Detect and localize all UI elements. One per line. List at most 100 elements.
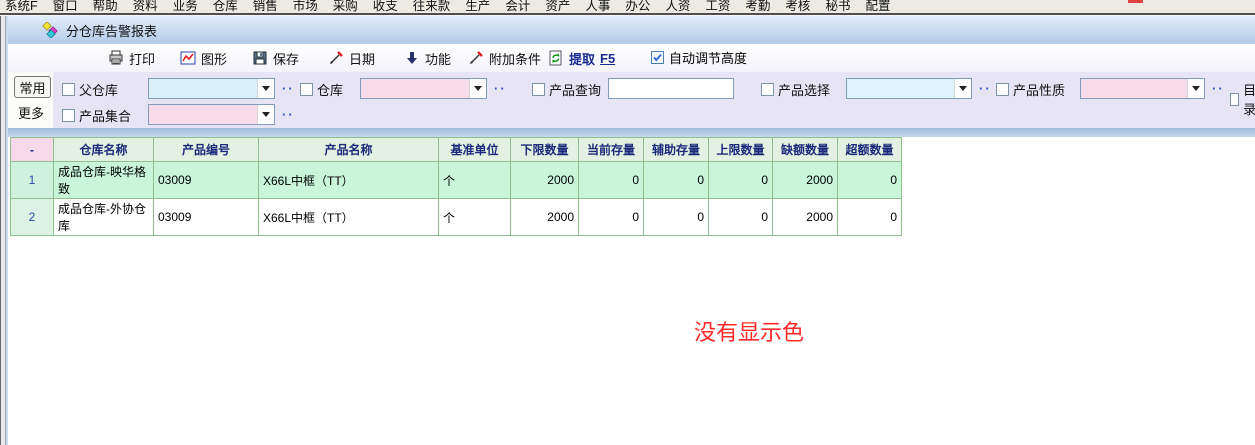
cell-shortage-qty[interactable]: 2000 xyxy=(773,162,838,199)
col-header-base-unit[interactable]: 基准单位 xyxy=(439,138,511,162)
browse-dots-button[interactable]: ·· xyxy=(1212,81,1225,96)
cell-shortage-qty[interactable]: 2000 xyxy=(773,199,838,236)
cell-warehouse-name[interactable]: 成品仓库-映华格致 xyxy=(54,162,154,199)
parent-warehouse-dropdown[interactable] xyxy=(148,78,275,99)
col-header-index[interactable]: - xyxy=(11,138,54,162)
save-button[interactable]: 保存 xyxy=(248,46,303,70)
cell-product-name[interactable]: X66L中框（TT） xyxy=(259,199,439,236)
chevron-down-icon[interactable] xyxy=(1187,79,1204,98)
warehouse-dropdown[interactable] xyxy=(360,78,487,99)
extract-button[interactable]: 提取F5 xyxy=(544,46,619,70)
cell-base-unit[interactable]: 个 xyxy=(439,199,511,236)
col-header-lower-limit[interactable]: 下限数量 xyxy=(511,138,579,162)
col-header-warehouse-name[interactable]: 仓库名称 xyxy=(54,138,154,162)
checkbox-icon[interactable] xyxy=(300,83,313,96)
col-header-upper-limit[interactable]: 上限数量 xyxy=(709,138,773,162)
col-header-shortage-qty[interactable]: 缺额数量 xyxy=(773,138,838,162)
parent-warehouse-checkbox[interactable]: 父仓库 xyxy=(62,80,118,99)
product-set-dropdown[interactable] xyxy=(148,104,275,125)
function-button[interactable]: 功能 xyxy=(400,46,455,70)
menu-secretary[interactable]: 秘书 xyxy=(825,0,850,13)
menu-purchase[interactable]: 采购 xyxy=(333,0,358,13)
menu-config[interactable]: 配置 xyxy=(865,0,890,13)
cell-lower-limit[interactable]: 2000 xyxy=(511,199,579,236)
row-index[interactable]: 2 xyxy=(11,199,54,236)
cell-product-code[interactable]: 03009 xyxy=(154,199,259,236)
table-row[interactable]: 2 成品仓库-外协仓库 03009 X66L中框（TT） 个 2000 0 0 … xyxy=(11,199,902,236)
common-filters-button[interactable]: 常用 xyxy=(14,76,51,98)
menu-attendance[interactable]: 考勤 xyxy=(745,0,770,13)
product-nature-dropdown[interactable] xyxy=(1080,78,1205,99)
browse-dots-button[interactable]: ·· xyxy=(494,81,507,96)
product-query-input[interactable] xyxy=(608,78,734,99)
chevron-down-icon[interactable] xyxy=(257,105,274,124)
product-select-checkbox[interactable]: 产品选择 xyxy=(761,80,830,99)
cell-lower-limit[interactable]: 2000 xyxy=(511,162,579,199)
menu-help[interactable]: 帮助 xyxy=(93,0,118,13)
browse-dots-button[interactable]: ·· xyxy=(979,81,992,96)
checkbox-icon[interactable] xyxy=(761,83,774,96)
product-set-checkbox[interactable]: 产品集合 xyxy=(62,106,131,125)
col-header-aux-stock[interactable]: 辅助存量 xyxy=(644,138,709,162)
chevron-down-icon[interactable] xyxy=(954,79,971,98)
menu-payroll[interactable]: 工资 xyxy=(705,0,730,13)
product-select-dropdown[interactable] xyxy=(846,78,972,99)
menu-system[interactable]: 系统F xyxy=(5,0,38,13)
cell-product-code[interactable]: 03009 xyxy=(154,162,259,199)
more-filters-button[interactable]: 更多 xyxy=(18,103,44,122)
chevron-down-icon[interactable] xyxy=(469,79,486,98)
print-button[interactable]: 打印 xyxy=(104,46,159,70)
checkbox-icon[interactable] xyxy=(1230,93,1239,106)
col-header-current-stock[interactable]: 当前存量 xyxy=(579,138,644,162)
cell-base-unit[interactable]: 个 xyxy=(439,162,511,199)
menu-sales[interactable]: 销售 xyxy=(253,0,278,13)
menu-accounts[interactable]: 往来款 xyxy=(413,0,451,13)
product-nature-checkbox[interactable]: 产品性质 xyxy=(996,80,1065,99)
graph-button[interactable]: 图形 xyxy=(176,46,231,70)
menu-hr[interactable]: 人资 xyxy=(665,0,690,13)
menu-data[interactable]: 资料 xyxy=(133,0,158,13)
auto-height-toggle[interactable]: 自动调节高度 xyxy=(651,48,747,67)
menu-appraisal[interactable]: 考核 xyxy=(785,0,810,13)
cell-current-stock[interactable]: 0 xyxy=(579,162,644,199)
extra-conditions-button[interactable]: 附加条件 xyxy=(464,46,545,70)
cell-upper-limit[interactable]: 0 xyxy=(709,162,773,199)
checkbox-icon[interactable] xyxy=(62,83,75,96)
menu-market[interactable]: 市场 xyxy=(293,0,318,13)
col-header-excess-qty[interactable]: 超额数量 xyxy=(838,138,902,162)
checkbox-icon[interactable] xyxy=(62,109,75,122)
menu-assets[interactable]: 资产 xyxy=(545,0,570,13)
menu-business[interactable]: 业务 xyxy=(173,0,198,13)
browse-dots-button[interactable]: ·· xyxy=(282,107,295,122)
checked-checkbox-icon[interactable] xyxy=(651,51,664,64)
checkbox-icon[interactable] xyxy=(532,83,545,96)
warehouse-checkbox[interactable]: 仓库 xyxy=(300,80,343,99)
cell-excess-qty[interactable]: 0 xyxy=(838,199,902,236)
date-button[interactable]: 日期 xyxy=(324,46,379,70)
col-header-product-code[interactable]: 产品编号 xyxy=(154,138,259,162)
chevron-down-icon[interactable] xyxy=(257,79,274,98)
row-index[interactable]: 1 xyxy=(11,162,54,199)
menu-accounting[interactable]: 会计 xyxy=(505,0,530,13)
browse-dots-button[interactable]: ·· xyxy=(282,81,295,96)
menu-finance[interactable]: 收支 xyxy=(373,0,398,13)
cell-upper-limit[interactable]: 0 xyxy=(709,199,773,236)
table-row[interactable]: 1 成品仓库-映华格致 03009 X66L中框（TT） 个 2000 0 0 … xyxy=(11,162,902,199)
cell-aux-stock[interactable]: 0 xyxy=(644,162,709,199)
cell-excess-qty[interactable]: 0 xyxy=(838,162,902,199)
panel-divider-band xyxy=(8,128,1255,137)
menu-production[interactable]: 生产 xyxy=(465,0,490,13)
menu-office[interactable]: 办公 xyxy=(625,0,650,13)
menu-window[interactable]: 窗口 xyxy=(53,0,78,13)
product-query-checkbox[interactable]: 产品查询 xyxy=(532,80,601,99)
col-header-product-name[interactable]: 产品名称 xyxy=(259,138,439,162)
cell-product-name[interactable]: X66L中框（TT） xyxy=(259,162,439,199)
cell-current-stock[interactable]: 0 xyxy=(579,199,644,236)
checkbox-icon[interactable] xyxy=(996,83,1009,96)
cell-aux-stock[interactable]: 0 xyxy=(644,199,709,236)
menu-personnel[interactable]: 人事 xyxy=(585,0,610,13)
cell-warehouse-name[interactable]: 成品仓库-外协仓库 xyxy=(54,199,154,236)
menu-warehouse[interactable]: 仓库 xyxy=(213,0,238,13)
red-mark xyxy=(1128,0,1143,3)
catalog-checkbox[interactable]: 目录 xyxy=(1230,80,1255,118)
